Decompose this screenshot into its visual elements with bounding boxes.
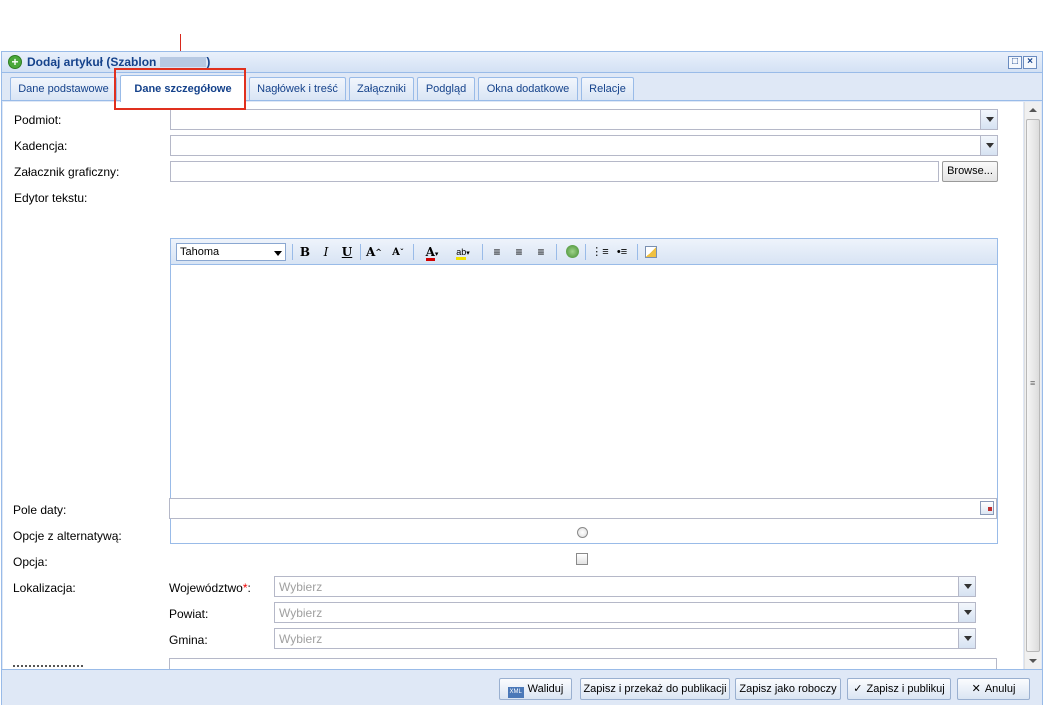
toolbar-separator bbox=[360, 244, 361, 260]
calendar-icon[interactable] bbox=[980, 501, 994, 515]
scroll-down-icon[interactable] bbox=[1025, 653, 1041, 669]
chevron-down-icon[interactable] bbox=[958, 629, 975, 648]
tab-dane-podstawowe[interactable]: Dane podstawowe bbox=[10, 77, 117, 100]
lokalizacja-label: Lokalizacja: bbox=[13, 581, 76, 595]
chevron-down-icon[interactable] bbox=[958, 603, 975, 622]
toolbar-separator bbox=[413, 244, 414, 260]
date-input[interactable] bbox=[169, 498, 997, 519]
podmiot-label: Podmiot: bbox=[14, 113, 62, 127]
powiat-combo[interactable]: Wybierz bbox=[274, 602, 976, 623]
zapisz-publikuj-button[interactable]: ✓ Zapisz i publikuj bbox=[847, 678, 951, 700]
gmina-label: Gmina: bbox=[169, 633, 208, 647]
scroll-thumb[interactable] bbox=[1026, 119, 1040, 652]
tab-okna-dodatkowe[interactable]: Okna dodatkowe bbox=[478, 77, 578, 100]
window-title: Dodaj artykuł (Szablon) bbox=[27, 55, 211, 69]
chevron-down-icon bbox=[274, 251, 282, 256]
underline-icon[interactable]: U bbox=[339, 244, 355, 261]
tab-relacje[interactable]: Relacje bbox=[581, 77, 634, 100]
align-left-icon[interactable]: ≡ bbox=[488, 244, 506, 261]
bulleted-list-icon[interactable]: •≡ bbox=[613, 244, 631, 261]
wojewodztwo-combo[interactable]: Wybierz bbox=[274, 576, 976, 597]
partial-label bbox=[13, 660, 83, 668]
numbered-list-icon[interactable]: ⋮≡ bbox=[591, 244, 609, 261]
partial-combo[interactable] bbox=[169, 658, 997, 669]
add-article-window: + Dodaj artykuł (Szablon) □ × Dane podst… bbox=[1, 51, 1043, 705]
podmiot-combo[interactable] bbox=[170, 109, 998, 130]
editor-toolbar: Tahoma B I U A^ Aˇ A▾ ab▾ ≡ ≡ ≡ ⋮≡ •≡ bbox=[171, 239, 997, 265]
opcja-label: Opcja: bbox=[13, 555, 48, 569]
link-icon[interactable] bbox=[564, 244, 580, 261]
option-checkbox[interactable] bbox=[576, 553, 588, 565]
grow-font-icon[interactable]: A^ bbox=[365, 244, 383, 261]
window-titlebar: + Dodaj artykuł (Szablon) □ × bbox=[2, 52, 1042, 73]
tab-podglad[interactable]: Podgląd bbox=[417, 77, 475, 100]
close-icon[interactable]: × bbox=[1023, 56, 1037, 69]
toolbar-separator bbox=[637, 244, 638, 260]
font-color-icon[interactable]: A▾ bbox=[420, 244, 444, 261]
kadencja-combo[interactable] bbox=[170, 135, 998, 156]
browse-button[interactable]: Browse... bbox=[942, 161, 998, 182]
zapisz-przekaz-button[interactable]: Zapisz i przekaż do publikacji bbox=[580, 678, 730, 700]
option-radio[interactable] bbox=[577, 527, 588, 538]
zalacznik-label: Załacznik graficzny: bbox=[14, 165, 120, 179]
shrink-font-icon[interactable]: Aˇ bbox=[389, 244, 407, 261]
check-icon: ✓ bbox=[853, 683, 863, 695]
tab-zalaczniki[interactable]: Załączniki bbox=[349, 77, 414, 100]
toolbar-separator bbox=[292, 244, 293, 260]
bottom-toolbar: XML Waliduj Zapisz i przekaż do publikacj… bbox=[2, 669, 1042, 705]
waliduj-button[interactable]: XML Waliduj bbox=[499, 678, 572, 700]
add-icon: + bbox=[8, 55, 22, 69]
tab-naglowek-i-tresc[interactable]: Nagłówek i treść bbox=[249, 77, 346, 100]
pole-daty-label: Pole daty: bbox=[13, 503, 67, 517]
tab-strip: Dane podstawowe Dane szczegółowe Nagłówe… bbox=[2, 74, 1042, 102]
chevron-down-icon[interactable] bbox=[980, 136, 997, 155]
xml-icon: XML bbox=[507, 687, 524, 698]
align-right-icon[interactable]: ≡ bbox=[532, 244, 550, 261]
edytor-label: Edytor tekstu: bbox=[14, 191, 88, 205]
anuluj-button[interactable]: ✕ Anuluj bbox=[957, 678, 1030, 700]
toolbar-separator bbox=[585, 244, 586, 260]
chevron-down-icon[interactable] bbox=[958, 577, 975, 596]
powiat-label: Powiat: bbox=[169, 607, 209, 621]
highlight-color-icon[interactable]: ab▾ bbox=[450, 244, 476, 261]
chevron-down-icon[interactable] bbox=[980, 110, 997, 129]
zapisz-roboczy-button[interactable]: Zapisz jako roboczy bbox=[735, 678, 841, 700]
maximize-icon[interactable]: □ bbox=[1008, 56, 1022, 69]
toolbar-separator bbox=[482, 244, 483, 260]
italic-icon[interactable]: I bbox=[318, 244, 334, 261]
wojewodztwo-label: Województwo*: bbox=[169, 581, 251, 595]
cancel-icon: ✕ bbox=[971, 683, 981, 695]
redacted-template-name bbox=[160, 57, 207, 67]
align-center-icon[interactable]: ≡ bbox=[510, 244, 528, 261]
gmina-combo[interactable]: Wybierz bbox=[274, 628, 976, 649]
opcje-alternatywa-label: Opcje z alternatywą: bbox=[13, 529, 122, 543]
vertical-scrollbar[interactable] bbox=[1024, 102, 1041, 669]
tab-dane-szczegolowe[interactable]: Dane szczegółowe bbox=[120, 75, 246, 102]
kadencja-label: Kadencja: bbox=[14, 139, 68, 153]
source-edit-icon[interactable] bbox=[643, 244, 659, 261]
bold-icon[interactable]: B bbox=[297, 244, 313, 261]
font-family-select[interactable]: Tahoma bbox=[176, 243, 286, 261]
toolbar-separator bbox=[556, 244, 557, 260]
file-path-input[interactable] bbox=[170, 161, 939, 182]
scroll-up-icon[interactable] bbox=[1025, 102, 1041, 118]
